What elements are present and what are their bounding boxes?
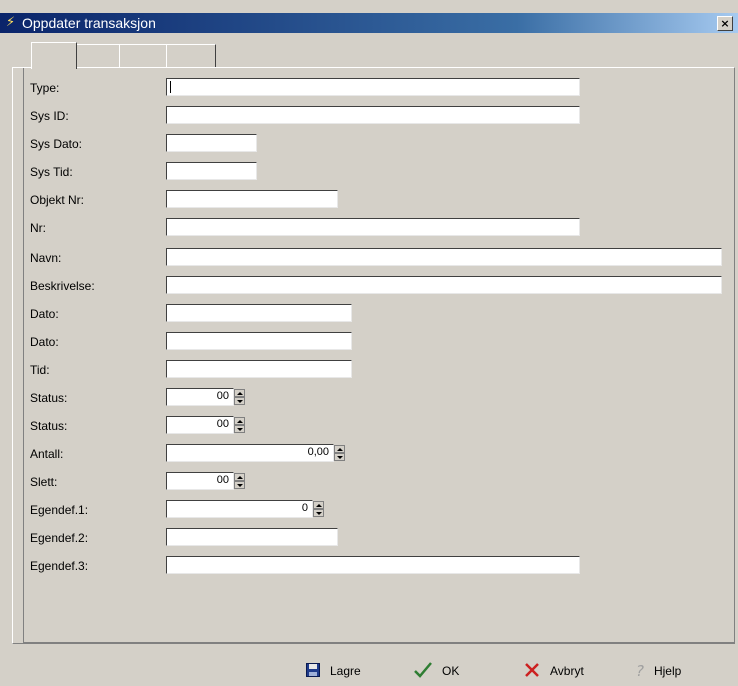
arrow-down-icon [337, 456, 343, 459]
label-tid: Tid: [30, 363, 50, 377]
slett-spinner[interactable] [234, 473, 245, 489]
tab-3[interactable] [119, 44, 168, 67]
egendef-1-input[interactable]: 0 [166, 500, 313, 518]
label-nr: Nr: [30, 221, 46, 235]
label-egendef-2: Egendef.2: [30, 531, 89, 545]
x-icon [524, 662, 540, 681]
label-objekt-nr: Objekt Nr: [30, 193, 85, 207]
save-label: Lagre [330, 664, 361, 678]
arrow-down-icon [237, 428, 243, 431]
help-label: Hjelp [653, 664, 682, 678]
close-icon: × [720, 17, 730, 30]
arrow-down-icon [237, 484, 243, 487]
tab-4[interactable] [166, 44, 216, 67]
spin-down-button[interactable] [313, 509, 324, 517]
label-egendef-1: Egendef.1: [30, 503, 89, 517]
beskrivelse-input[interactable] [166, 276, 722, 294]
arrow-down-icon [316, 512, 322, 515]
tab-2[interactable] [75, 44, 121, 67]
arrow-up-icon [237, 420, 243, 423]
question-icon: ? [636, 662, 644, 680]
egendef-1-spinner[interactable] [313, 501, 324, 517]
title-bar[interactable]: ⚡ Oppdater transaksjon × [0, 13, 738, 33]
spin-up-button[interactable] [334, 445, 345, 453]
label-egendef-3: Egendef.3: [30, 559, 89, 573]
label-slett: Slett: [30, 475, 58, 489]
status-1-spinner[interactable] [234, 389, 245, 405]
antall-input[interactable]: 0,00 [166, 444, 334, 462]
label-dato-1: Dato: [30, 307, 59, 321]
sys-id-input[interactable] [166, 106, 580, 124]
antall-spinner[interactable] [334, 445, 345, 461]
objekt-nr-input[interactable] [166, 190, 338, 208]
label-antall: Antall: [30, 447, 64, 461]
status-1-value: 00 [216, 390, 229, 402]
spin-down-button[interactable] [234, 481, 245, 489]
label-status-1: Status: [30, 391, 68, 405]
label-status-2: Status: [30, 419, 68, 433]
dato-2-input[interactable] [166, 332, 352, 350]
arrow-up-icon [316, 504, 322, 507]
label-type: Type: [30, 81, 60, 95]
spin-up-button[interactable] [234, 417, 245, 425]
type-input[interactable] [166, 78, 580, 96]
spin-up-button[interactable] [234, 473, 245, 481]
floppy-disk-icon [306, 662, 320, 680]
cancel-label: Avbryt [550, 664, 584, 678]
nr-input[interactable] [166, 218, 580, 236]
button-bar: Lagre OK Avbryt ? Hjelp [0, 652, 738, 686]
tid-input[interactable] [166, 360, 352, 378]
status-2-input[interactable]: 00 [166, 416, 234, 434]
spin-down-button[interactable] [334, 453, 345, 461]
spin-up-button[interactable] [234, 389, 245, 397]
navn-input[interactable] [166, 248, 722, 266]
text-caret [170, 81, 171, 93]
slett-value: 00 [216, 474, 229, 486]
arrow-down-icon [237, 400, 243, 403]
egendef-3-input[interactable] [166, 556, 580, 574]
tab-1[interactable] [31, 42, 77, 69]
close-button[interactable]: × [717, 16, 733, 31]
spin-down-button[interactable] [234, 425, 245, 433]
arrow-up-icon [337, 448, 343, 451]
antall-value: 0,00 [307, 446, 329, 458]
arrow-up-icon [237, 392, 243, 395]
slett-input[interactable]: 00 [166, 472, 234, 490]
help-button[interactable]: ? Hjelp [636, 662, 681, 680]
label-dato-2: Dato: [30, 335, 59, 349]
label-navn: Navn: [30, 251, 62, 265]
ok-button[interactable]: OK [414, 661, 460, 681]
egendef-2-input[interactable] [166, 528, 338, 546]
status-1-input[interactable]: 00 [166, 388, 234, 406]
checkmark-icon [414, 661, 432, 681]
window-title: Oppdater transaksjon [22, 15, 156, 31]
spin-up-button[interactable] [313, 501, 324, 509]
sys-dato-input[interactable] [166, 134, 257, 152]
sys-tid-input[interactable] [166, 162, 257, 180]
status-2-spinner[interactable] [234, 417, 245, 433]
egendef-1-value: 0 [301, 502, 308, 514]
label-beskrivelse: Beskrivelse: [30, 279, 95, 293]
dato-1-input[interactable] [166, 304, 352, 322]
dialog-window: ⚡ Oppdater transaksjon × Type: Sys ID: S… [0, 0, 738, 686]
arrow-up-icon [237, 476, 243, 479]
label-sys-tid: Sys Tid: [30, 165, 73, 179]
app-icon: ⚡ [6, 15, 16, 30]
cancel-button[interactable]: Avbryt [524, 662, 584, 680]
save-button[interactable]: Lagre [306, 662, 361, 680]
spin-down-button[interactable] [234, 397, 245, 405]
label-sys-id: Sys ID: [30, 109, 69, 123]
ok-label: OK [442, 664, 460, 678]
status-2-value: 00 [216, 418, 229, 430]
label-sys-dato: Sys Dato: [30, 137, 83, 151]
